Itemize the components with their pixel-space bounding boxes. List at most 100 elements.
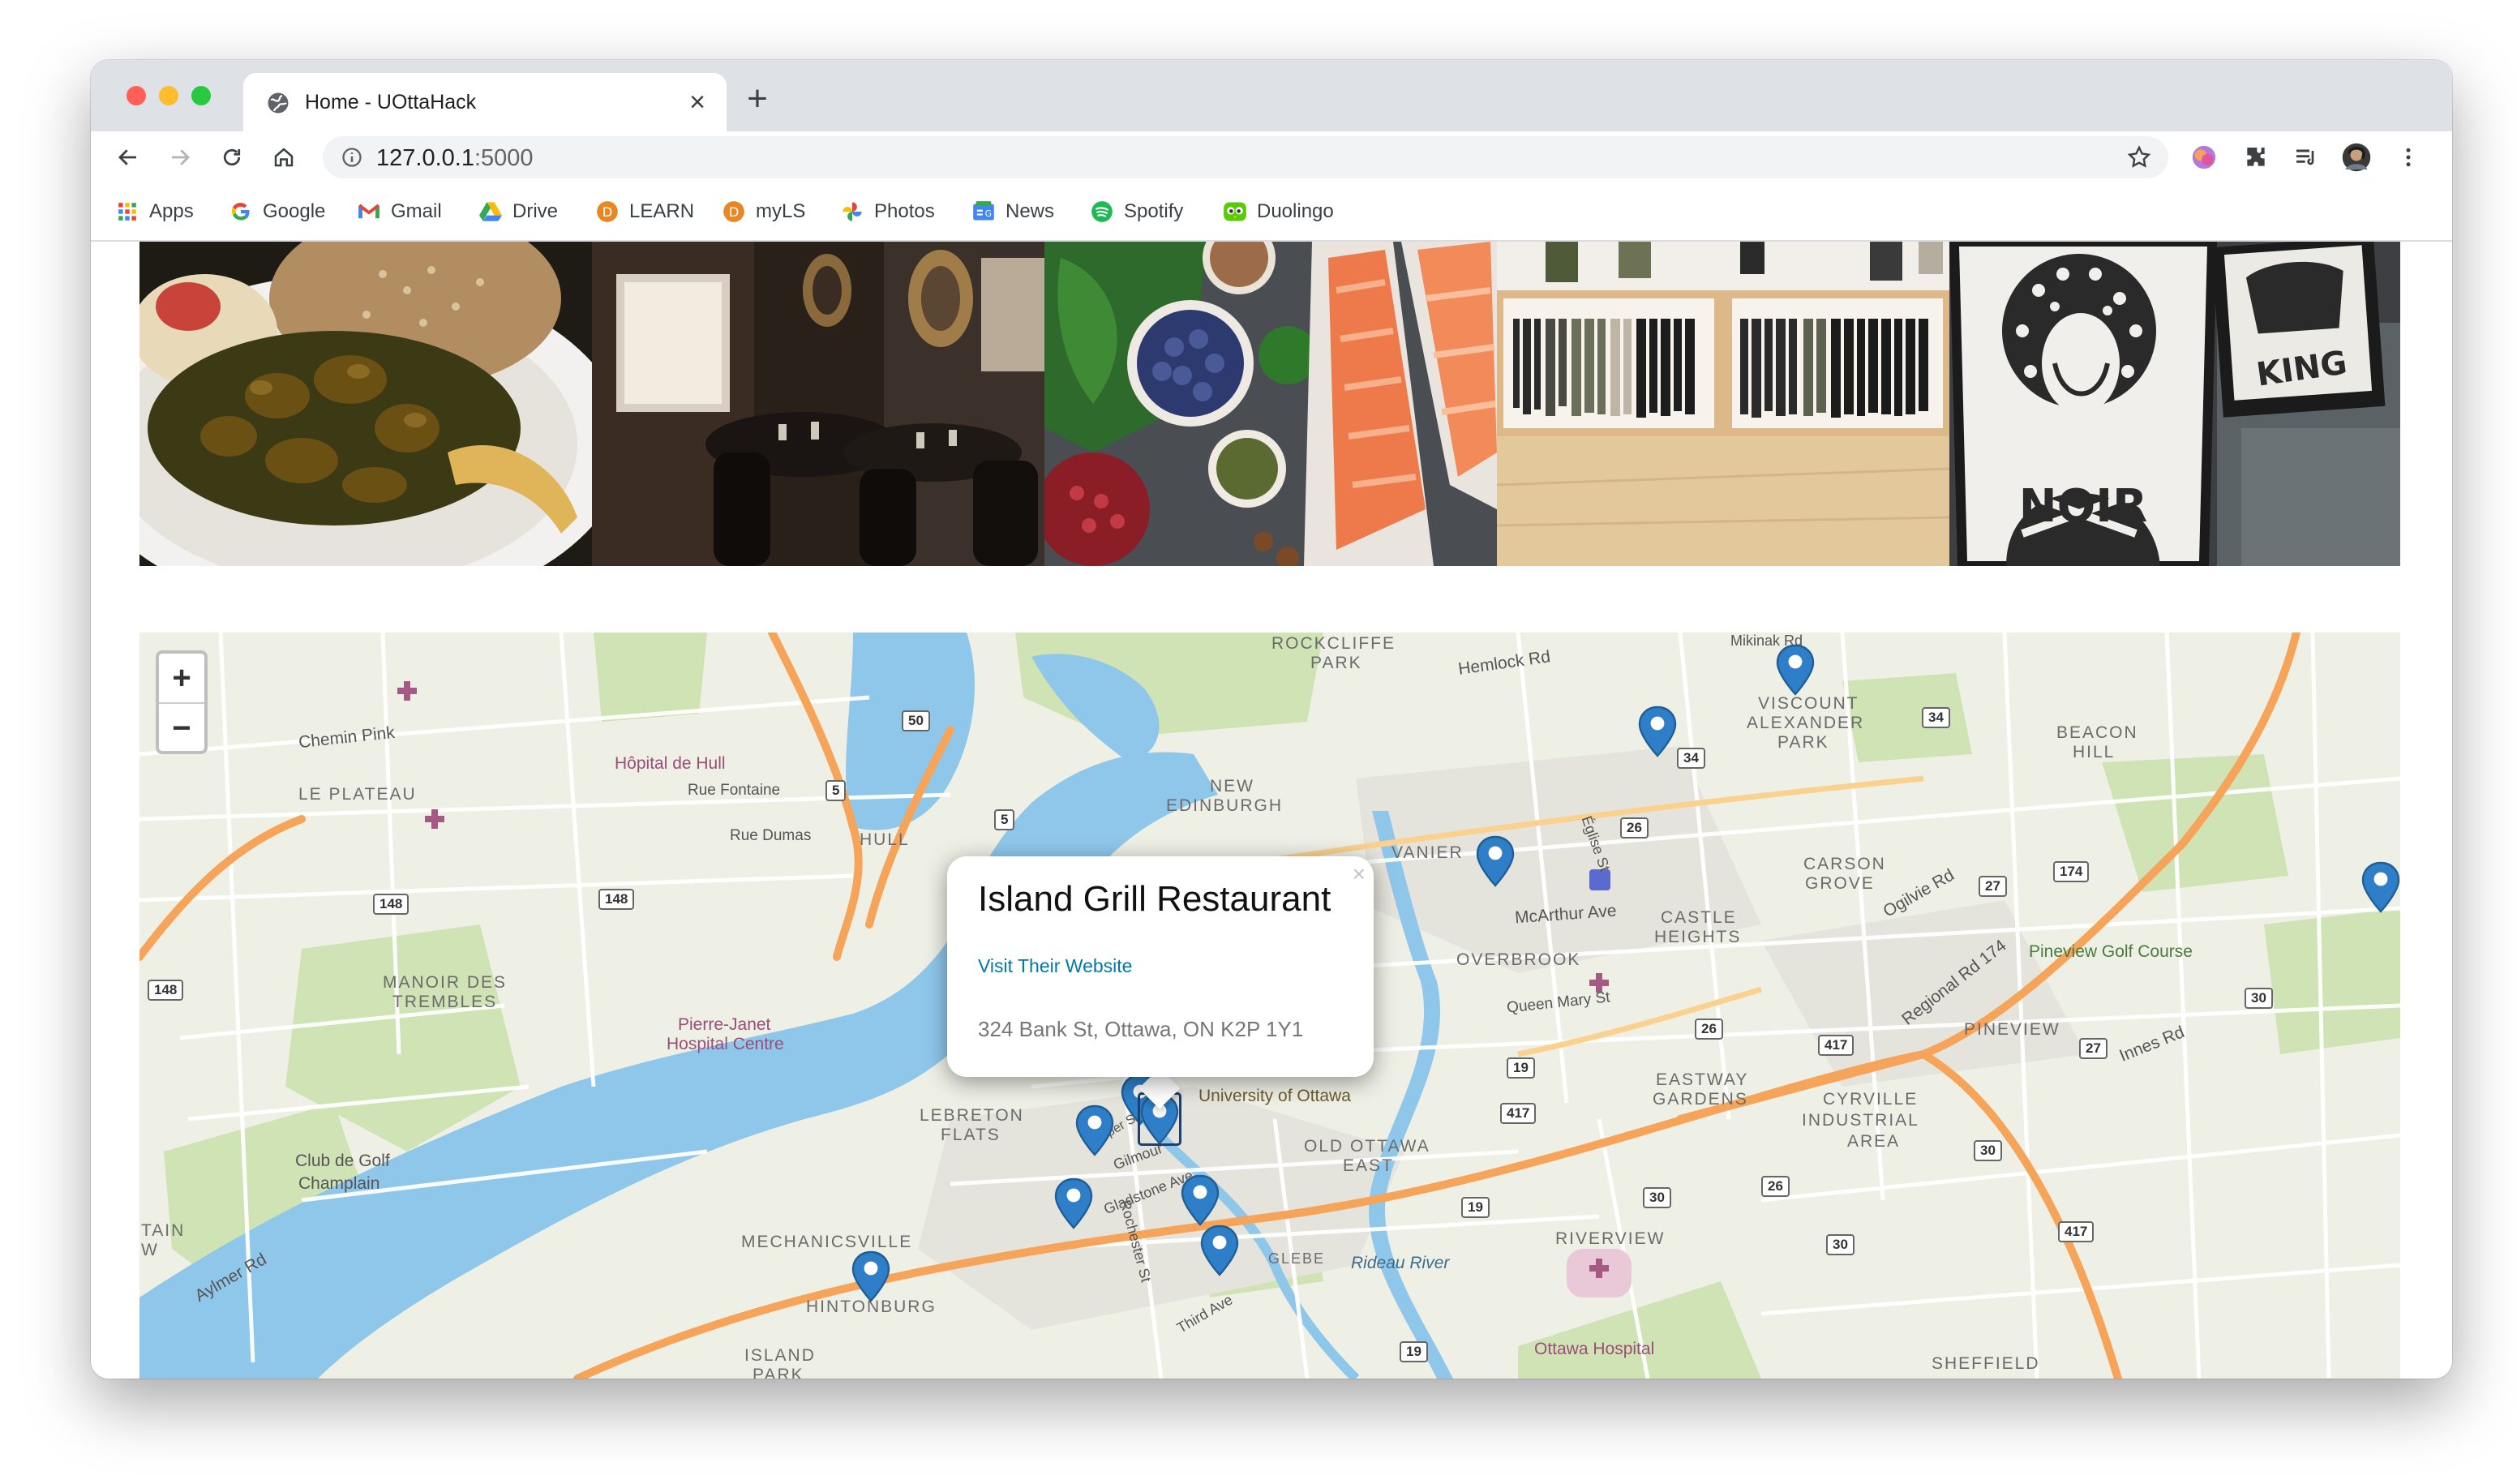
bookmark-duolingo[interactable]: Duolingo xyxy=(1223,198,1334,225)
highway-shield: 30 xyxy=(1643,1187,1671,1208)
bookmark-learn[interactable]: D LEARN xyxy=(595,198,694,225)
profile-avatar-icon[interactable] xyxy=(2342,143,2371,172)
close-window-button[interactable] xyxy=(126,86,146,105)
photo-restaurant-interior xyxy=(592,242,1044,566)
star-icon[interactable] xyxy=(2126,144,2152,170)
map-marker-icon[interactable] xyxy=(1474,835,1516,887)
map-label: VISCOUNT xyxy=(1758,694,1859,713)
more-menu-icon[interactable] xyxy=(2394,143,2423,172)
browser-window: Home - UOttaHack × + 127.0.0.1:5000 Apps… xyxy=(91,60,2452,1379)
zoom-in-button[interactable]: + xyxy=(159,654,204,704)
map-label: HULL xyxy=(860,830,910,849)
close-tab-icon[interactable]: × xyxy=(681,86,714,118)
map-label: GARDENS xyxy=(1653,1090,1748,1109)
map-label: MECHANICSVILLE xyxy=(741,1233,913,1251)
highway-shield: 26 xyxy=(1761,1176,1790,1197)
bookmark-apps[interactable]: Apps xyxy=(115,198,194,225)
google-icon xyxy=(229,199,253,224)
home-button[interactable] xyxy=(266,139,302,175)
bookmark-photos[interactable]: Photos xyxy=(840,198,935,225)
highway-shield: 417 xyxy=(2058,1221,2095,1242)
highway-shield: 34 xyxy=(1922,707,1950,728)
map-label: HEIGHTS xyxy=(1654,928,1742,946)
map-label: TAIN xyxy=(141,1221,186,1240)
map-label: W xyxy=(141,1241,159,1259)
apps-grid-icon xyxy=(115,199,139,224)
map-label: SHEFFIELD xyxy=(1932,1354,2040,1373)
map-widget[interactable]: ROCKCLIFFE PARK Hemlock Rd Mikinak Rd VI… xyxy=(139,633,2400,1379)
map-marker-icon[interactable] xyxy=(2360,861,2400,913)
highway-shield: 19 xyxy=(1507,1057,1535,1079)
highway-shield: 5 xyxy=(994,809,1015,830)
map-label: Pineview Golf Course xyxy=(2029,942,2193,961)
forward-button[interactable] xyxy=(162,139,198,175)
info-icon[interactable] xyxy=(341,146,363,169)
bookmark-google[interactable]: Google xyxy=(229,198,325,225)
map-label: LEBRETON xyxy=(920,1106,1024,1125)
popup-address: 324 Bank St, Ottawa, ON K2P 1Y1 xyxy=(978,1017,1304,1041)
url-port: :5000 xyxy=(474,145,534,171)
map-label: PINEVIEW xyxy=(1964,1020,2060,1039)
bookmark-drive[interactable]: Drive xyxy=(478,198,558,225)
extension-colorful-icon[interactable] xyxy=(2189,143,2219,172)
tab-home[interactable]: Home - UOttaHack × xyxy=(243,73,727,131)
myls-icon: D xyxy=(722,199,746,224)
new-tab-button[interactable]: + xyxy=(740,81,775,117)
zoom-control: + − xyxy=(156,650,208,754)
zoom-out-button[interactable]: − xyxy=(159,704,204,753)
bookmark-gmail[interactable]: Gmail xyxy=(357,198,442,225)
highway-shield: 174 xyxy=(2053,861,2090,882)
page-content: NOIR KING ROCKCLIFFE PARK Hemlock Rd Mik… xyxy=(91,242,2452,1379)
popup-close-icon[interactable]: × xyxy=(1353,861,1366,887)
svg-text:D: D xyxy=(729,204,740,220)
maximize-window-button[interactable] xyxy=(191,86,211,105)
map-marker-icon[interactable] xyxy=(1774,644,1816,696)
map-label: PARK xyxy=(1777,733,1829,752)
back-button[interactable] xyxy=(110,139,146,175)
map-marker-icon[interactable] xyxy=(1074,1104,1116,1156)
map-label: RIVERVIEW xyxy=(1555,1229,1666,1248)
drive-icon xyxy=(478,199,503,224)
tab-strip: Home - UOttaHack × + xyxy=(91,60,2452,131)
map-label: PARK xyxy=(753,1366,804,1379)
map-label: University of Ottawa xyxy=(1198,1087,1351,1105)
extensions-puzzle-icon[interactable] xyxy=(2241,143,2270,172)
spotify-icon xyxy=(1090,199,1114,224)
toolbar: 127.0.0.1:5000 xyxy=(91,131,2452,183)
map-label: INDUSTRIAL xyxy=(1802,1111,1919,1130)
map-label: BEACON xyxy=(2056,723,2138,742)
bookmark-news[interactable]: G News xyxy=(971,198,1054,225)
photo-noir-king-art: NOIR KING xyxy=(1949,242,2400,566)
map-marker-icon[interactable] xyxy=(1198,1225,1241,1276)
arrow-left-icon xyxy=(118,149,136,165)
bookmark-label: News xyxy=(1006,200,1055,222)
visit-website-link[interactable]: Visit Their Website xyxy=(978,955,1132,977)
bookmark-label: Apps xyxy=(149,200,194,222)
minimize-window-button[interactable] xyxy=(159,86,178,105)
map-label: Hospital Centre xyxy=(667,1035,784,1053)
reload-icon xyxy=(223,148,241,166)
map-marker-icon[interactable] xyxy=(850,1250,892,1302)
noir-art-lettering: NOIR xyxy=(2019,480,2147,533)
highway-shield: 30 xyxy=(1826,1234,1855,1255)
map-marker-icon[interactable] xyxy=(1179,1174,1221,1226)
bookmark-spotify[interactable]: Spotify xyxy=(1090,198,1183,225)
photo-curry-dish xyxy=(139,242,592,566)
home-icon xyxy=(274,148,294,167)
map-label: Champlain xyxy=(298,1174,380,1193)
address-bar[interactable]: 127.0.0.1:5000 xyxy=(323,136,2168,178)
news-icon: G xyxy=(971,199,996,224)
map-label: Rideau River xyxy=(1351,1254,1450,1272)
map-marker-icon[interactable] xyxy=(1636,706,1679,757)
map-marker-icon[interactable] xyxy=(1053,1177,1095,1229)
highway-shield: 34 xyxy=(1677,748,1705,769)
bookmark-myls[interactable]: D myLS xyxy=(722,198,805,225)
reload-button[interactable] xyxy=(214,139,250,175)
bookmark-label: Spotify xyxy=(1124,200,1184,222)
map-label: HILL xyxy=(2073,743,2116,761)
photos-icon xyxy=(840,199,864,224)
media-queue-icon[interactable] xyxy=(2292,143,2321,172)
map-label: ROCKCLIFFE xyxy=(1271,634,1396,653)
bookmark-label: LEARN xyxy=(629,200,695,222)
map-label: GROVE xyxy=(1805,874,1875,893)
